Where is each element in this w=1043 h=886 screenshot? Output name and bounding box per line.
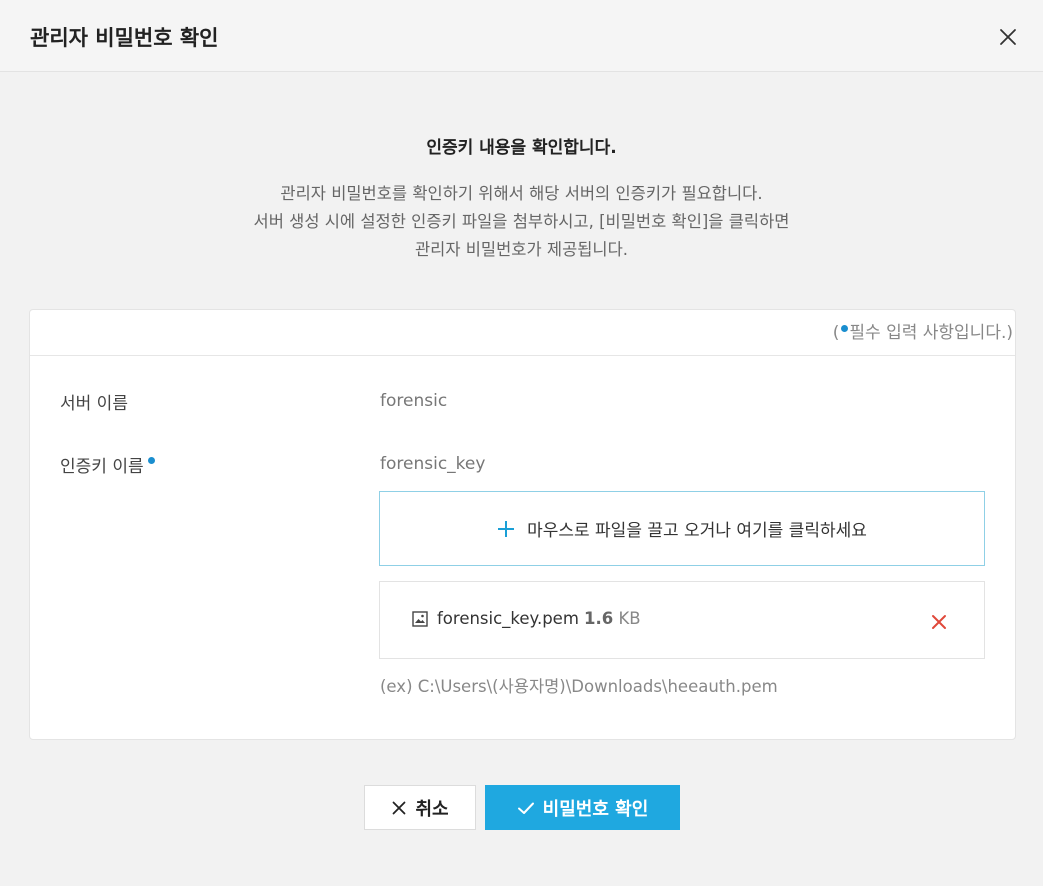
required-note: ( 필수 입력 사항입니다.) [833,318,1013,343]
intro-line: 관리자 비밀번호를 확인하기 위해서 해당 서버의 인증키가 필요합니다. [280,184,763,203]
confirm-label: 비밀번호 확인 [542,798,649,820]
cancel-button[interactable]: 취소 [364,785,476,830]
example-path: (ex) C:\Users\(사용자명)\Downloads\heeauth.p… [380,677,778,696]
file-size-number: 1.6 [584,609,614,628]
cancel-label: 취소 [415,798,449,820]
file-size: 1.6 KB [584,609,641,628]
dialog-title: 관리자 비밀번호 확인 [30,26,219,50]
auth-key-value: forensic_key [380,454,486,474]
dropzone-text: 마우스로 파일을 끌고 오거나 여기를 클릭하세요 [527,521,867,541]
required-dot-icon [841,325,849,332]
x-icon [393,801,406,814]
auth-key-label: 인증키 이름 [60,457,144,477]
file-name: forensic_key.pem [437,609,579,628]
confirm-password-button[interactable]: 비밀번호 확인 [485,785,680,830]
intro-line: 관리자 비밀번호가 제공됩니다. [414,240,629,259]
check-icon [517,802,534,814]
plus-icon [497,520,515,538]
attached-file: forensic_key.pem 1.6 KB [379,581,985,659]
intro-title: 인증키 내용을 확인합니다. [426,138,617,158]
file-dropzone[interactable]: 마우스로 파일을 끌고 오거나 여기를 클릭하세요 [379,491,985,566]
required-dot-icon [147,457,155,464]
dialog-header: 관리자 비밀번호 확인 [0,0,1043,72]
close-icon[interactable] [995,24,1021,50]
remove-file-icon[interactable] [930,613,948,631]
auth-key-label-row: 인증키 이름 [60,452,156,477]
server-name-label: 서버 이름 [60,394,128,414]
required-note-text: 필수 입력 사항입니다.) [849,323,1013,343]
intro-line: 서버 생성 시에 설정한 인증키 파일을 첨부하시고, [비밀번호 확인]을 클… [253,212,790,231]
intro-description: 관리자 비밀번호를 확인하기 위해서 해당 서버의 인증키가 필요합니다. 서버… [0,180,1043,264]
server-name-value: forensic [380,391,448,411]
image-file-icon [412,611,428,627]
required-note-open: ( [832,323,840,343]
file-size-unit: KB [618,609,641,628]
card-divider [30,355,1015,356]
